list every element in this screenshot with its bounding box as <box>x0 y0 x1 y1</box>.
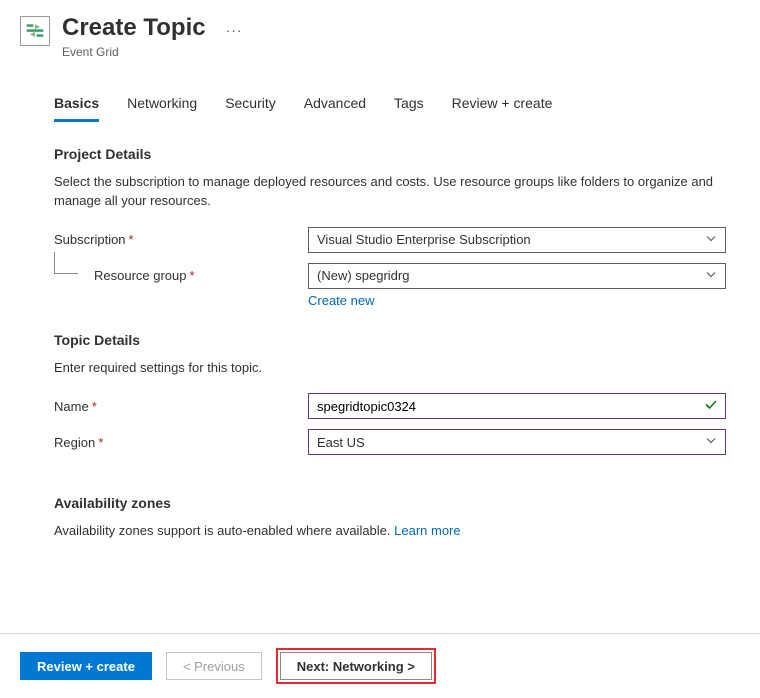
name-input[interactable] <box>308 393 726 419</box>
highlight-annotation: Next: Networking > <box>276 648 436 684</box>
resource-group-select[interactable]: (New) spegridrg <box>308 263 726 289</box>
create-new-link[interactable]: Create new <box>308 293 726 308</box>
region-label: Region* <box>54 435 308 450</box>
more-menu-button[interactable]: ··· <box>226 22 243 38</box>
page-subtitle: Event Grid <box>62 45 206 59</box>
tree-indent-line <box>54 252 78 274</box>
topic-details-heading: Topic Details <box>54 332 726 348</box>
next-button[interactable]: Next: Networking > <box>280 652 432 680</box>
availability-zones-heading: Availability zones <box>54 495 726 511</box>
subscription-label: Subscription* <box>54 232 308 247</box>
tabs: Basics Networking Security Advanced Tags… <box>54 95 726 122</box>
page-header: Create Topic Event Grid ··· <box>0 0 760 65</box>
topic-details-description: Enter required settings for this topic. <box>54 358 726 378</box>
project-details-heading: Project Details <box>54 146 726 162</box>
region-select[interactable]: East US <box>308 429 726 455</box>
chevron-down-icon <box>705 435 717 450</box>
resource-group-label: Resource group* <box>54 268 308 283</box>
chevron-down-icon <box>705 232 717 247</box>
previous-button: < Previous <box>166 652 262 680</box>
tab-advanced[interactable]: Advanced <box>304 95 366 122</box>
review-create-button[interactable]: Review + create <box>20 652 152 680</box>
chevron-down-icon <box>705 268 717 283</box>
page-title: Create Topic <box>62 14 206 43</box>
event-grid-icon <box>20 16 50 46</box>
tab-tags[interactable]: Tags <box>394 95 424 122</box>
tab-review[interactable]: Review + create <box>452 95 553 122</box>
subscription-select[interactable]: Visual Studio Enterprise Subscription <box>308 227 726 253</box>
learn-more-link[interactable]: Learn more <box>394 523 460 538</box>
tab-networking[interactable]: Networking <box>127 95 197 122</box>
availability-zones-description: Availability zones support is auto-enabl… <box>54 521 726 541</box>
tab-basics[interactable]: Basics <box>54 95 99 122</box>
project-details-description: Select the subscription to manage deploy… <box>54 172 726 211</box>
name-label: Name* <box>54 399 308 414</box>
footer: Review + create < Previous Next: Network… <box>0 633 760 698</box>
tab-security[interactable]: Security <box>225 95 276 122</box>
